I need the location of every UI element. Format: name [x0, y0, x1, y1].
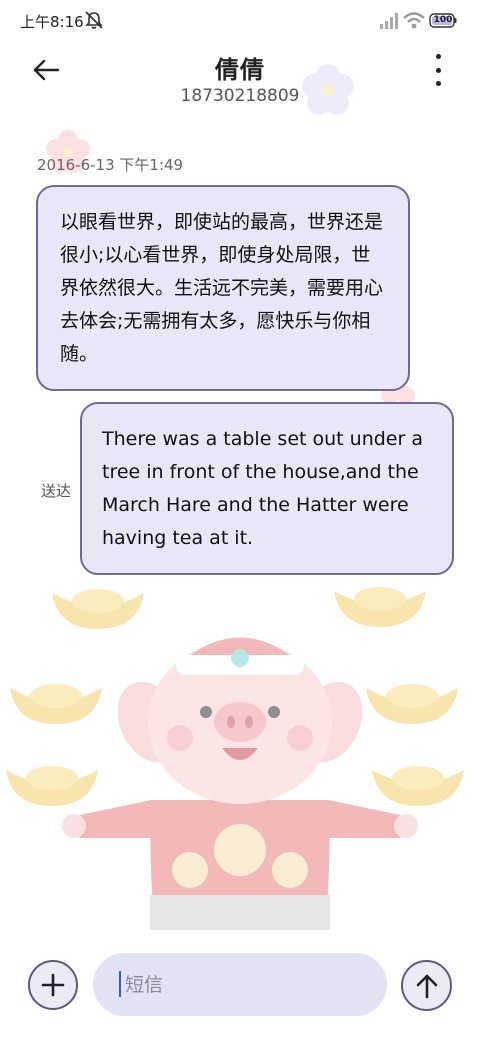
add-attachment-button[interactable] — [28, 960, 78, 1010]
more-options-button[interactable] — [424, 54, 452, 86]
sms-input[interactable] — [123, 965, 367, 1005]
sms-conversation-screen: 上午8:16 100 倩倩 18730218809 2016-6-13 下午1:… — [0, 0, 480, 1040]
battery-icon: 100 — [429, 13, 457, 32]
contact-number: 18730218809 — [180, 86, 300, 106]
more-dot — [435, 67, 441, 73]
message-timestamp: 2016-6-13 下午1:49 — [37, 156, 184, 174]
wifi-icon — [403, 12, 425, 33]
delivery-status: 送达 — [41, 482, 72, 500]
send-arrow-up-icon — [416, 974, 437, 998]
more-dot — [435, 81, 441, 86]
send-button[interactable] — [401, 960, 452, 1011]
message-input-container[interactable] — [93, 953, 387, 1016]
text-cursor — [119, 971, 121, 997]
pig-illustration — [62, 637, 418, 930]
status-bar: 上午8:16 100 — [0, 0, 480, 40]
incoming-message-bubble[interactable]: 以眼看世界，即使站的最高，世界还是很小;以心看世界，即使身处局限，世界依然很大。… — [36, 185, 410, 391]
gold-ingot — [372, 766, 464, 806]
conversation-header: 倩倩 18730218809 — [0, 40, 480, 120]
gold-ingot — [6, 766, 98, 806]
battery-level: 100 — [433, 15, 453, 25]
message-text: There was a table set out under a tree i… — [102, 428, 423, 549]
gold-ingot — [10, 684, 102, 724]
gold-ingot — [52, 589, 144, 629]
gold-ingot — [334, 587, 426, 627]
outgoing-message-bubble[interactable]: There was a table set out under a tree i… — [80, 402, 454, 575]
status-time: 上午8:16 — [20, 13, 84, 31]
gold-ingot — [366, 684, 458, 724]
message-text: 以眼看世界，即使站的最高，世界还是很小;以心看世界，即使身处局限，世界依然很大。… — [60, 211, 384, 365]
plus-icon — [41, 973, 65, 997]
signal-icon — [379, 13, 399, 33]
contact-name: 倩倩 — [215, 56, 265, 84]
more-vertical-icon — [435, 54, 441, 59]
bell-muted-icon — [84, 10, 104, 34]
